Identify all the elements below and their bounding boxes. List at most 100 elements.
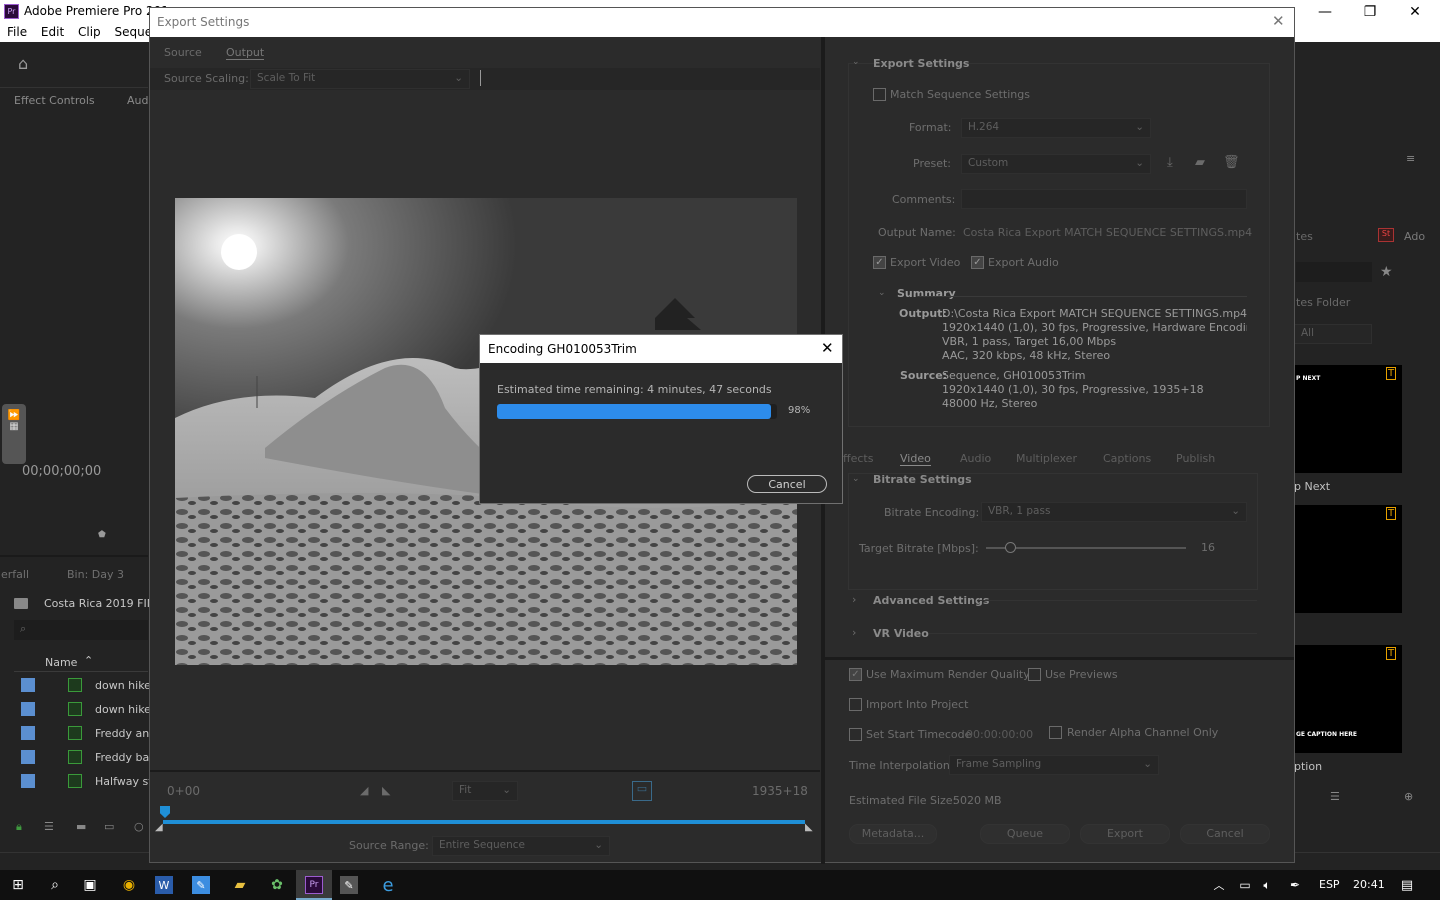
source-scaling-dropdown[interactable]: Scale To Fit ⌄ [250, 69, 470, 89]
breadcrumb-prev[interactable]: erfall [1, 568, 29, 581]
summary-collapse-icon[interactable]: ⌄ [878, 288, 886, 298]
app-icon[interactable]: ✿ [266, 874, 288, 896]
effect-controls-tab[interactable]: Effect Controls [14, 94, 95, 107]
media-encoder-icon[interactable]: ✎ [340, 876, 358, 894]
out-point-icon[interactable]: ◣ [805, 822, 813, 833]
audio-tab[interactable]: Aud [127, 94, 148, 107]
sort-icon[interactable]: ☰ [1330, 790, 1340, 803]
slider-handle[interactable] [1005, 542, 1016, 553]
lock-icon[interactable]: 🔒︎ [16, 820, 22, 834]
export-video-checkbox[interactable]: ✓ [873, 256, 886, 269]
task-view-icon[interactable]: ▣ [79, 874, 101, 896]
save-preset-icon[interactable]: ⤓ [1167, 155, 1173, 170]
import-project-checkbox[interactable] [849, 698, 862, 711]
maximize-button[interactable]: ❐ [1347, 0, 1393, 23]
mark-out-icon[interactable]: ◣ [382, 784, 390, 797]
home-icon[interactable]: ⌂ [18, 54, 28, 73]
project-search-input[interactable]: ⌕ [14, 620, 148, 640]
network-icon[interactable]: ▭ [1234, 874, 1256, 896]
list-view-icon[interactable]: ☰ [44, 820, 54, 833]
template-thumb-2[interactable]: T [1294, 505, 1402, 613]
template-thumb-3[interactable]: GE CAPTION HERE T [1294, 645, 1402, 753]
internet-explorer-icon[interactable]: e [377, 874, 399, 896]
metadata-button[interactable]: Metadata... [849, 824, 937, 844]
encoding-cancel-button[interactable]: Cancel [747, 475, 827, 493]
right-filter-dropdown[interactable]: All [1294, 324, 1372, 344]
language-indicator[interactable]: ESP [1319, 878, 1340, 891]
panel-menu-icon[interactable]: ≡ [1406, 152, 1415, 165]
import-preset-icon[interactable]: ▰ [1195, 155, 1205, 170]
preset-dropdown[interactable]: Custom ⌄ [961, 154, 1151, 174]
format-dropdown[interactable]: H.264 ⌄ [961, 118, 1151, 138]
marker-icon[interactable]: ⬟ [98, 530, 106, 540]
list-item[interactable]: Freddy bar [14, 746, 154, 768]
start-timecode-checkbox[interactable] [849, 728, 862, 741]
tab-publish[interactable]: Publish [1176, 452, 1215, 465]
premiere-taskbar-button[interactable]: Pr [296, 870, 332, 900]
comments-field[interactable] [961, 189, 1247, 209]
right-search-input[interactable] [1296, 262, 1372, 282]
time-interp-dropdown[interactable]: Frame Sampling ⌄ [949, 755, 1159, 775]
chevron-up-icon[interactable]: ︿ [1208, 874, 1230, 896]
notes-icon[interactable]: ✎ [192, 876, 210, 894]
advanced-expand-icon[interactable]: › [852, 593, 856, 606]
tool-strip[interactable]: ⏩ ▦ [2, 404, 26, 464]
start-timecode-value[interactable]: 00:00:00:00 [966, 728, 1033, 741]
chrome-icon[interactable]: ◉ [118, 874, 140, 896]
advanced-settings-header[interactable]: Advanced Settings [873, 594, 989, 607]
cancel-button[interactable]: Cancel [1180, 824, 1270, 844]
bitrate-header[interactable]: Bitrate Settings [873, 473, 972, 486]
alpha-only-checkbox[interactable] [1049, 726, 1062, 739]
name-column-header[interactable]: Name ⌃ [14, 652, 148, 672]
close-app-button[interactable]: ✕ [1392, 0, 1438, 23]
tab-ffects[interactable]: ffects [843, 452, 873, 465]
tab-multiplexer[interactable]: Multiplexer [1016, 452, 1077, 465]
minimize-button[interactable]: — [1302, 0, 1348, 23]
tab-source[interactable]: Source [164, 46, 202, 59]
fit-dropdown[interactable]: Fit ⌄ [452, 781, 518, 801]
export-audio-checkbox[interactable]: ✓ [971, 256, 984, 269]
adobe-stock-tab[interactable]: Ado [1404, 230, 1425, 243]
clock[interactable]: 20:41 [1353, 878, 1385, 891]
tab-audio[interactable]: Audio [960, 452, 991, 465]
menu-clip[interactable]: Clip [78, 25, 101, 39]
word-icon[interactable]: W [155, 876, 173, 894]
right-tab-partial[interactable]: tes [1296, 230, 1313, 243]
dialog-close-button[interactable]: ✕ [1272, 12, 1285, 30]
in-point-icon[interactable]: ◢ [155, 822, 163, 833]
summary-header[interactable]: Summary [897, 287, 956, 300]
mark-in-icon[interactable]: ◢ [360, 784, 368, 797]
bitrate-collapse-icon[interactable]: ⌄ [852, 474, 860, 484]
source-range-dropdown[interactable]: Entire Sequence ⌄ [432, 836, 610, 856]
match-sequence-checkbox[interactable] [873, 88, 886, 101]
windows-start-icon[interactable]: ⊞ [7, 874, 29, 896]
use-previews-checkbox[interactable] [1028, 668, 1041, 681]
export-button[interactable]: Export [1080, 824, 1170, 844]
playhead[interactable] [160, 806, 170, 818]
tab-captions[interactable]: Captions [1103, 452, 1151, 465]
target-bitrate-value[interactable]: 16 [1201, 541, 1215, 554]
encoding-close-button[interactable]: ✕ [821, 339, 834, 357]
zoom-slider-icon[interactable]: ○ [134, 820, 144, 833]
target-bitrate-slider[interactable] [986, 547, 1186, 549]
icon-view-icon[interactable]: ▬ [76, 820, 86, 833]
vr-expand-icon[interactable]: › [852, 626, 856, 639]
star-icon[interactable]: ★ [1380, 264, 1393, 280]
export-settings-header[interactable]: Export Settings [873, 57, 969, 70]
delete-preset-icon[interactable]: 🗑︎ [1223, 155, 1240, 170]
collapse-icon[interactable]: ⌄ [852, 57, 860, 67]
output-name-link[interactable]: Costa Rica Export MATCH SEQUENCE SETTING… [963, 226, 1252, 239]
list-item[interactable]: Halfway st [14, 770, 153, 792]
max-render-checkbox[interactable]: ✓ [849, 668, 862, 681]
aspect-ratio-icon[interactable]: ▭ [632, 781, 652, 801]
queue-button[interactable]: Queue [980, 824, 1070, 844]
volume-icon[interactable]: 🔈︎ [1256, 874, 1278, 896]
pen-icon[interactable]: ✒ [1284, 874, 1306, 896]
tab-video[interactable]: Video [900, 452, 931, 466]
notifications-icon[interactable]: ▤ [1396, 874, 1418, 896]
list-item[interactable]: down hike1 [14, 674, 158, 696]
template-thumb-1[interactable]: P NEXT T [1294, 365, 1402, 473]
new-item-icon[interactable]: ⊕ [1404, 790, 1413, 803]
bin-label[interactable]: Bin: Day 3 [67, 568, 124, 581]
tab-output[interactable]: Output [226, 46, 265, 60]
